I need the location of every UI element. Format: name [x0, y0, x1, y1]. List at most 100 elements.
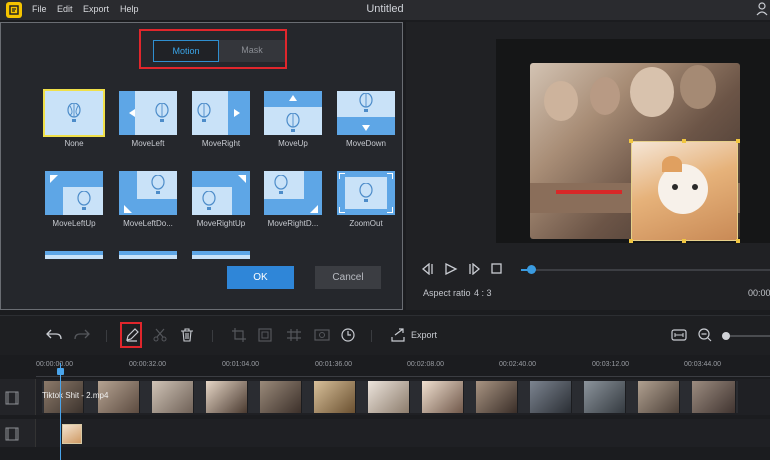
ruler-tick-label: 00:03:44.00	[684, 361, 721, 368]
balloon-icon	[197, 103, 211, 122]
clip-thumbnail[interactable]	[476, 381, 518, 413]
zoom-slider[interactable]	[725, 335, 770, 337]
resize-handle[interactable]	[682, 139, 686, 143]
edit-toolbar: Export	[0, 315, 770, 355]
clip-thumbnail[interactable]	[260, 381, 302, 413]
resize-handle[interactable]	[682, 239, 686, 243]
arrow-up-right-icon	[238, 175, 246, 183]
redo-icon[interactable]	[74, 328, 90, 342]
timeline: 00:00:00.00 00:00:32.00 00:01:04.00 00:0…	[0, 355, 770, 460]
fit-timeline-icon[interactable]	[671, 328, 687, 342]
screenshot-icon[interactable]	[314, 328, 330, 342]
clip-thumbnail[interactable]	[638, 381, 680, 413]
preview-time: 00:00	[748, 288, 770, 298]
title-bar: File Edit Export Help Untitled	[0, 0, 770, 20]
motion-path-arrow	[556, 190, 622, 194]
playhead[interactable]	[60, 363, 61, 460]
effect-moveup-thumb[interactable]	[264, 91, 322, 135]
effect-thumb-partial[interactable]	[119, 251, 177, 259]
effect-label-moverightdown: MoveRightD...	[267, 219, 319, 228]
film-track-icon	[5, 427, 19, 441]
ok-button[interactable]: OK	[227, 266, 294, 289]
effect-zoomout-thumb[interactable]	[337, 171, 395, 215]
edit-pencil-icon[interactable]	[125, 328, 139, 342]
effect-label-moveleftup: MoveLeftUp	[52, 219, 96, 228]
overlay-track-header	[0, 419, 36, 447]
balloon-icon	[67, 103, 81, 122]
clip-thumbnail[interactable]	[422, 381, 464, 413]
clip-thumbnail[interactable]	[530, 381, 572, 413]
effect-moveleftup-thumb[interactable]	[45, 171, 103, 215]
effect-label-none: None	[64, 139, 84, 148]
effect-moverightup-thumb[interactable]	[192, 171, 250, 215]
effect-moveright-thumb[interactable]	[192, 91, 250, 135]
user-icon[interactable]	[756, 2, 768, 16]
balloon-icon	[155, 103, 169, 122]
delete-icon[interactable]	[180, 328, 194, 342]
motion-dialog: Motion Mask None MoveLeft MoveRight Move…	[0, 22, 403, 310]
duration-clock-icon[interactable]	[341, 328, 355, 342]
ruler-tick-label: 00:03:12.00	[592, 361, 629, 368]
arrow-up-left-icon	[50, 175, 58, 183]
playhead-handle[interactable]	[57, 368, 64, 375]
next-frame-icon[interactable]	[467, 263, 481, 275]
cancel-button[interactable]: Cancel	[315, 266, 381, 289]
toolbar-divider	[212, 330, 213, 342]
effect-thumb-partial[interactable]	[45, 251, 103, 259]
zoom-out-icon[interactable]	[698, 328, 712, 342]
zoom-slider-handle[interactable]	[722, 332, 730, 340]
effect-label-moveleft: MoveLeft	[131, 139, 165, 148]
balloon-icon	[359, 93, 373, 112]
effect-none-thumb[interactable]	[43, 89, 105, 137]
ruler-tick-label: 00:02:08.00	[407, 361, 444, 368]
resize-handle[interactable]	[736, 139, 740, 143]
arrow-down-right-icon	[310, 205, 318, 213]
resize-handle[interactable]	[629, 239, 633, 243]
undo-icon[interactable]	[46, 328, 62, 342]
crop-icon[interactable]	[232, 328, 246, 342]
overlay-clip-thumbnail[interactable]	[62, 424, 82, 444]
effect-moveleft-thumb[interactable]	[119, 91, 177, 135]
time-ruler[interactable]: 00:00:00.00 00:00:32.00 00:01:04.00 00:0…	[36, 355, 770, 377]
seek-bar[interactable]	[521, 269, 770, 271]
effect-label-moveleftdown: MoveLeftDo...	[123, 219, 173, 228]
export-icon[interactable]	[391, 328, 405, 342]
fit-icon[interactable]	[258, 328, 272, 342]
ruler-tick-label: 00:00:00.00	[36, 361, 73, 368]
prev-frame-icon[interactable]	[421, 263, 435, 275]
mosaic-icon[interactable]	[286, 328, 302, 342]
effect-label-moveright: MoveRight	[201, 139, 241, 148]
effect-label-moverightup: MoveRightUp	[196, 219, 246, 228]
overlay-clip[interactable]	[631, 141, 738, 241]
clip-thumbnail[interactable]	[692, 381, 736, 413]
window-title: Untitled	[366, 3, 404, 15]
effect-moveleftdown-thumb[interactable]	[119, 171, 177, 215]
resize-handle[interactable]	[736, 239, 740, 243]
effect-thumb-partial[interactable]	[192, 251, 250, 259]
effect-label-movedown: MoveDown	[345, 139, 386, 148]
effect-label-zoomout: ZoomOut	[349, 219, 383, 228]
clip-thumbnail[interactable]	[206, 381, 248, 413]
toolbar-divider	[106, 330, 107, 342]
balloon-icon	[77, 191, 91, 210]
export-button-label[interactable]: Export	[411, 330, 437, 340]
play-icon[interactable]	[444, 263, 458, 275]
effect-moverightdown-thumb[interactable]	[264, 171, 322, 215]
clip-thumbnail[interactable]	[368, 381, 410, 413]
clip-thumbnail[interactable]	[152, 381, 194, 413]
tab-motion[interactable]: Motion	[153, 40, 219, 62]
resize-handle[interactable]	[629, 139, 633, 143]
ruler-tick-label: 00:01:04.00	[222, 361, 259, 368]
cut-icon[interactable]	[153, 328, 167, 342]
seek-handle[interactable]	[527, 265, 536, 274]
clip-name-label: Tiktok Shit - 2.mp4	[42, 391, 109, 400]
tab-mask[interactable]: Mask	[219, 40, 285, 62]
arrow-right-icon	[234, 109, 240, 117]
clip-thumbnail[interactable]	[584, 381, 626, 413]
balloon-icon	[274, 175, 288, 194]
effect-movedown-thumb[interactable]	[337, 91, 395, 135]
aspect-ratio-value[interactable]: 4 : 3	[474, 288, 492, 298]
stop-icon[interactable]	[491, 263, 503, 275]
clip-thumbnail[interactable]	[314, 381, 356, 413]
overlay-track[interactable]	[36, 419, 770, 447]
